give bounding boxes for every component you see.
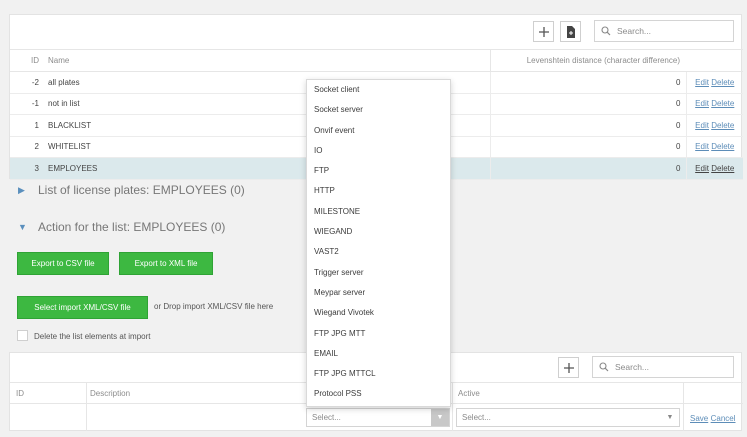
- actions-section-toggle[interactable]: ▼ Action for the list: EMPLOYEES (0): [18, 220, 225, 234]
- delete-link[interactable]: Delete: [711, 121, 734, 130]
- col-name: Name: [44, 49, 490, 72]
- dropdown-option[interactable]: Meypar server: [307, 283, 450, 303]
- col-active: Active: [458, 389, 480, 398]
- delete-link[interactable]: Delete: [711, 78, 734, 87]
- col-description: Description: [90, 389, 131, 398]
- plates-section-toggle[interactable]: ▶ List of license plates: EMPLOYEES (0): [18, 183, 245, 197]
- plates-section-title: List of license plates: EMPLOYEES (0): [38, 183, 245, 197]
- row-actions: Save Cancel: [690, 413, 736, 423]
- page-background: Search... ID Name Levenshtein distance (…: [0, 0, 747, 437]
- col-distance: Levenshtein distance (character differen…: [489, 49, 686, 72]
- dropdown-option[interactable]: MILESTONE: [307, 202, 450, 222]
- actions-section-title: Action for the list: EMPLOYEES (0): [38, 220, 226, 234]
- import-list-button[interactable]: [560, 21, 581, 42]
- row-actions: Edit Delete: [685, 71, 743, 94]
- row-distance: 0: [489, 93, 686, 115]
- dropdown-option[interactable]: WIEGAND: [307, 222, 450, 242]
- select-placeholder: Select...: [462, 413, 491, 422]
- row-actions: Edit Delete: [685, 93, 743, 115]
- row-actions: Edit Delete: [685, 114, 743, 137]
- actions-search[interactable]: Search...: [592, 356, 734, 378]
- edit-link[interactable]: Edit: [695, 121, 709, 130]
- export-xml-button[interactable]: Export to XML file: [119, 252, 213, 275]
- table-header: ID Name Levenshtein distance (character …: [10, 49, 743, 72]
- divider: [86, 382, 87, 431]
- plus-icon: [563, 362, 574, 373]
- row-id: 2: [10, 136, 44, 158]
- delete-link[interactable]: Delete: [711, 164, 734, 173]
- plus-icon: [538, 26, 549, 37]
- select-placeholder: Select...: [312, 413, 341, 422]
- dropdown-option[interactable]: Socket client: [307, 80, 450, 100]
- caret-down-icon: ▼: [18, 222, 27, 232]
- edit-link[interactable]: Edit: [695, 78, 709, 87]
- active-select[interactable]: Select... ▼: [456, 408, 680, 427]
- row-actions: Edit Delete: [685, 136, 743, 158]
- action-type-dropdown[interactable]: Socket client Socket server Onvif event …: [306, 79, 451, 407]
- select-import-button[interactable]: Select import XML/CSV file: [17, 296, 148, 319]
- edit-link[interactable]: Edit: [695, 142, 709, 151]
- col-id: ID: [10, 49, 44, 72]
- delete-link[interactable]: Delete: [711, 99, 734, 108]
- row-distance: 0: [489, 71, 686, 94]
- dropdown-option[interactable]: FTP: [307, 161, 450, 181]
- cancel-link[interactable]: Cancel: [711, 414, 736, 423]
- file-import-icon: [566, 25, 575, 38]
- row-distance: 0: [489, 114, 686, 137]
- caret-right-icon: ▶: [18, 185, 25, 195]
- row-actions: Edit Delete: [685, 157, 743, 180]
- chevron-down-icon[interactable]: ▼: [431, 409, 449, 426]
- dropdown-option[interactable]: FTP JPG MTT: [307, 324, 450, 344]
- dropdown-option[interactable]: EMAIL: [307, 344, 450, 364]
- add-action-button[interactable]: [558, 357, 579, 378]
- row-id: 1: [10, 114, 44, 137]
- row-id: -1: [10, 93, 44, 115]
- dropdown-option[interactable]: Trigger server: [307, 263, 450, 283]
- row-distance: 0: [489, 157, 686, 180]
- edit-link[interactable]: Edit: [695, 99, 709, 108]
- col-actions: [686, 49, 743, 72]
- drop-zone-text[interactable]: or Drop import XML/CSV file here: [154, 302, 273, 311]
- add-list-button[interactable]: [533, 21, 554, 42]
- dropdown-option[interactable]: Socket server: [307, 100, 450, 120]
- dropdown-option[interactable]: HTTP: [307, 181, 450, 201]
- dropdown-option[interactable]: IO: [307, 141, 450, 161]
- export-csv-button[interactable]: Export to CSV file: [17, 252, 109, 275]
- delete-link[interactable]: Delete: [711, 142, 734, 151]
- lists-search[interactable]: Search...: [594, 20, 734, 42]
- col-id: ID: [16, 389, 24, 398]
- chevron-down-icon[interactable]: ▼: [661, 409, 679, 426]
- search-placeholder: Search...: [617, 26, 652, 36]
- search-icon: [601, 26, 611, 36]
- search-icon: [599, 362, 609, 372]
- row-distance: 0: [489, 136, 686, 158]
- save-link[interactable]: Save: [690, 414, 708, 423]
- action-type-select[interactable]: Select... ▼: [306, 408, 450, 427]
- dropdown-option[interactable]: Protocol PSS: [307, 384, 450, 404]
- lists-toolbar: Search...: [10, 15, 741, 49]
- dropdown-option[interactable]: Onvif event: [307, 121, 450, 141]
- delete-at-import-label: Delete the list elements at import: [34, 332, 151, 341]
- divider: [683, 382, 684, 431]
- divider: [452, 382, 453, 431]
- edit-link[interactable]: Edit: [695, 164, 709, 173]
- row-id: -2: [10, 71, 44, 94]
- delete-at-import-checkbox[interactable]: [17, 330, 28, 341]
- search-placeholder: Search...: [615, 362, 650, 372]
- dropdown-option[interactable]: Wiegand Vivotek: [307, 303, 450, 323]
- row-id: 3: [10, 157, 44, 180]
- dropdown-option[interactable]: FTP JPG MTTCL: [307, 364, 450, 384]
- dropdown-option[interactable]: VAST2: [307, 242, 450, 262]
